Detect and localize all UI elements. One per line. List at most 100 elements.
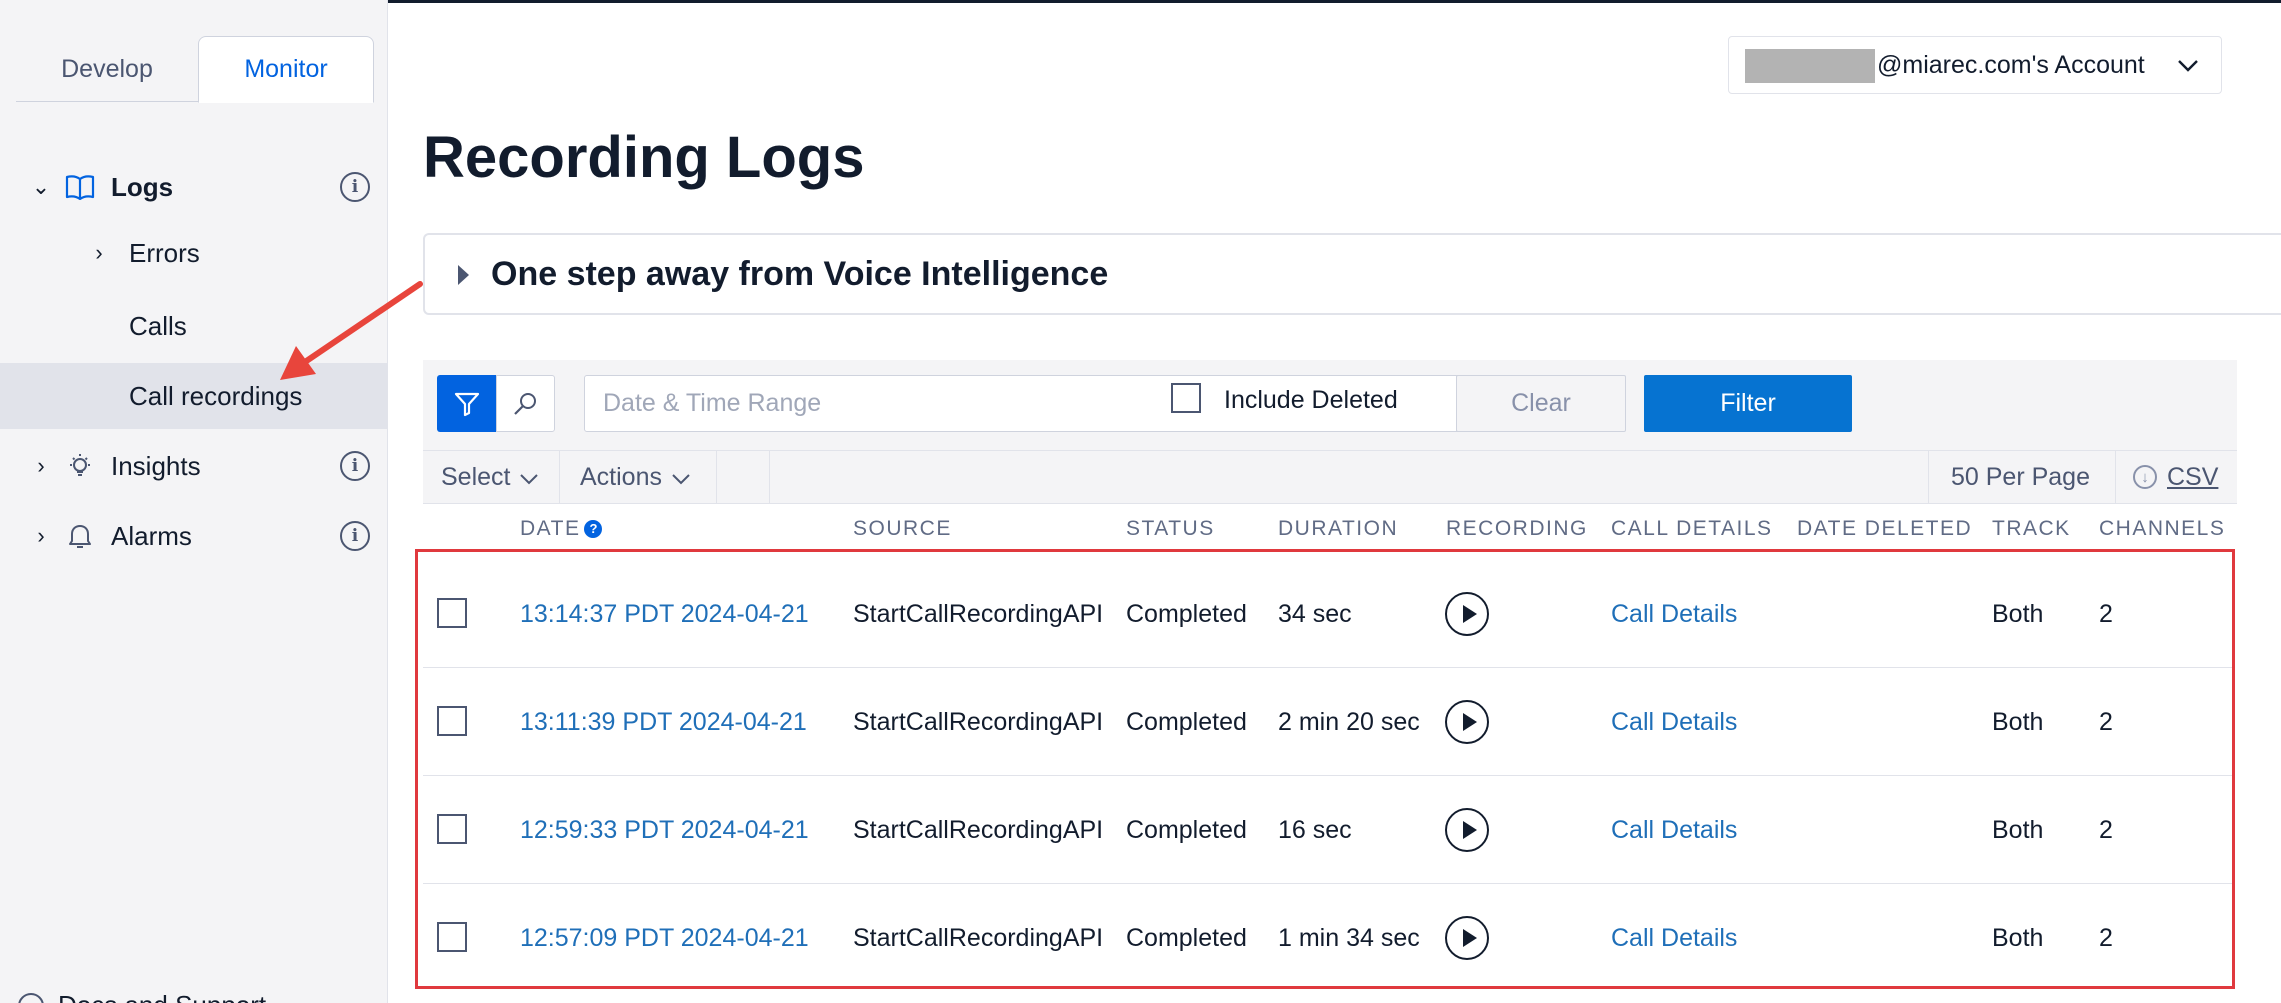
per-page-selector[interactable]: 50 Per Page — [1951, 451, 2090, 503]
row-duration: 16 sec — [1278, 815, 1352, 844]
divider — [2115, 451, 2116, 503]
divider — [769, 451, 770, 503]
row-duration: 1 min 34 sec — [1278, 923, 1420, 952]
lightbulb-icon — [64, 450, 96, 482]
redacted-account-name — [1745, 49, 1875, 83]
help-circle-icon — [18, 993, 44, 1003]
table-row: 12:59:33 PDT 2024-04-21 StartCallRecordi… — [423, 776, 2233, 884]
chevron-down-icon — [520, 463, 539, 492]
date-range-field — [584, 375, 1566, 432]
bulk-action-bar: Select Actions 50 Per Page ↓ CSV — [423, 450, 2237, 504]
sidebar-item-alarms[interactable]: › Alarms i — [0, 503, 388, 569]
include-deleted-label: Include Deleted — [1224, 386, 1398, 414]
row-channels: 2 — [2099, 923, 2113, 952]
funnel-icon — [454, 392, 479, 416]
play-icon[interactable] — [1445, 808, 1489, 852]
column-header-source: SOURCE — [853, 517, 952, 540]
play-icon[interactable] — [1445, 916, 1489, 960]
row-checkbox[interactable] — [437, 706, 467, 736]
sidebar-item-label: Insights — [111, 450, 201, 481]
column-header-call-details: CALL DETAILS — [1611, 517, 1773, 540]
help-icon[interactable]: ? — [584, 520, 603, 538]
filter-button[interactable]: Filter — [1644, 375, 1852, 432]
sidebar-item-logs[interactable]: ⌄ Logs i — [0, 154, 388, 220]
row-status: Completed — [1126, 599, 1247, 628]
caret-right-icon — [458, 265, 469, 285]
row-channels: 2 — [2099, 599, 2113, 628]
sidebar-item-label: Calls — [129, 310, 187, 341]
download-icon: ↓ — [2133, 465, 2157, 489]
row-track: Both — [1992, 923, 2044, 952]
row-track: Both — [1992, 815, 2044, 844]
column-header-date[interactable]: DATE? — [520, 517, 603, 541]
chevron-right-icon: › — [95, 240, 103, 265]
filter-mode-button[interactable] — [437, 375, 496, 432]
row-duration: 2 min 20 sec — [1278, 707, 1420, 736]
mode-switcher: Develop Monitor — [16, 36, 374, 103]
tab-develop[interactable]: Develop — [16, 36, 198, 102]
include-deleted-checkbox[interactable] — [1171, 383, 1201, 413]
voice-intelligence-disclosure[interactable]: One step away from Voice Intelligence — [423, 233, 2281, 315]
row-source: StartCallRecordingAPI — [853, 707, 1104, 736]
search-mode-button[interactable] — [496, 375, 555, 432]
column-header-recording: RECORDING — [1446, 517, 1588, 540]
row-date-link[interactable]: 12:59:33 PDT 2024-04-21 — [520, 776, 809, 884]
column-header-date-deleted: DATE DELETED — [1797, 517, 1973, 540]
divider — [1928, 451, 1929, 503]
sidebar-item-insights[interactable]: › Insights i — [0, 433, 388, 499]
chevron-down-icon: ⌄ — [31, 174, 51, 199]
row-call-details-link[interactable]: Call Details — [1611, 884, 1737, 992]
row-date-link[interactable]: 13:14:37 PDT 2024-04-21 — [520, 560, 809, 668]
row-source: StartCallRecordingAPI — [853, 599, 1104, 628]
row-date-link[interactable]: 12:57:09 PDT 2024-04-21 — [520, 884, 809, 992]
book-icon — [64, 171, 96, 203]
row-track: Both — [1992, 599, 2044, 628]
annotation-arrow — [280, 281, 423, 380]
row-checkbox[interactable] — [437, 922, 467, 952]
row-channels: 2 — [2099, 707, 2113, 736]
tab-monitor[interactable]: Monitor — [198, 36, 374, 103]
column-header-channels: CHANNELS — [2099, 517, 2226, 540]
play-icon[interactable] — [1445, 592, 1489, 636]
table-row: 13:11:39 PDT 2024-04-21 StartCallRecordi… — [423, 668, 2233, 776]
row-checkbox[interactable] — [437, 814, 467, 844]
row-status: Completed — [1126, 707, 1247, 736]
row-status: Completed — [1126, 923, 1247, 952]
actions-dropdown[interactable]: Actions — [580, 451, 690, 503]
chevron-right-icon: › — [37, 523, 45, 548]
sidebar-item-label: Logs — [111, 171, 174, 202]
chevron-down-icon — [2177, 51, 2199, 80]
row-call-details-link[interactable]: Call Details — [1611, 668, 1737, 776]
select-dropdown[interactable]: Select — [441, 451, 539, 503]
row-call-details-link[interactable]: Call Details — [1611, 560, 1737, 668]
sidebar-item-docs[interactable]: Docs and Support — [18, 990, 266, 1003]
sidebar: Develop Monitor ⌄ Logs i › Errors Calls … — [0, 0, 388, 1003]
info-icon[interactable]: i — [340, 172, 370, 202]
column-header-duration: DURATION — [1278, 517, 1399, 540]
divider — [716, 451, 717, 503]
account-label: @miarec.com's Account — [1877, 50, 2145, 79]
search-icon — [513, 392, 536, 415]
row-checkbox[interactable] — [437, 598, 467, 628]
info-icon[interactable]: i — [340, 451, 370, 481]
account-menu[interactable]: @miarec.com's Account — [1728, 36, 2222, 94]
chevron-right-icon: › — [37, 453, 45, 478]
row-status: Completed — [1126, 815, 1247, 844]
sidebar-item-label: Alarms — [111, 520, 192, 551]
sidebar-item-label: Errors — [129, 237, 200, 268]
disclosure-title: One step away from Voice Intelligence — [491, 254, 1109, 293]
play-icon[interactable] — [1445, 700, 1489, 744]
column-header-status: STATUS — [1126, 517, 1215, 540]
row-source: StartCallRecordingAPI — [853, 923, 1104, 952]
row-date-link[interactable]: 13:11:39 PDT 2024-04-21 — [520, 668, 807, 776]
row-channels: 2 — [2099, 815, 2113, 844]
clear-button[interactable]: Clear — [1456, 375, 1626, 432]
page-title: Recording Logs — [423, 125, 865, 190]
row-track: Both — [1992, 707, 2044, 736]
row-call-details-link[interactable]: Call Details — [1611, 776, 1737, 884]
info-icon[interactable]: i — [340, 521, 370, 551]
csv-download-link[interactable]: ↓ CSV — [2133, 451, 2218, 503]
filter-bar: Include Deleted Clear Filter — [423, 360, 2237, 450]
date-range-input[interactable] — [584, 375, 1566, 432]
column-header-track: TRACK — [1992, 517, 2071, 540]
